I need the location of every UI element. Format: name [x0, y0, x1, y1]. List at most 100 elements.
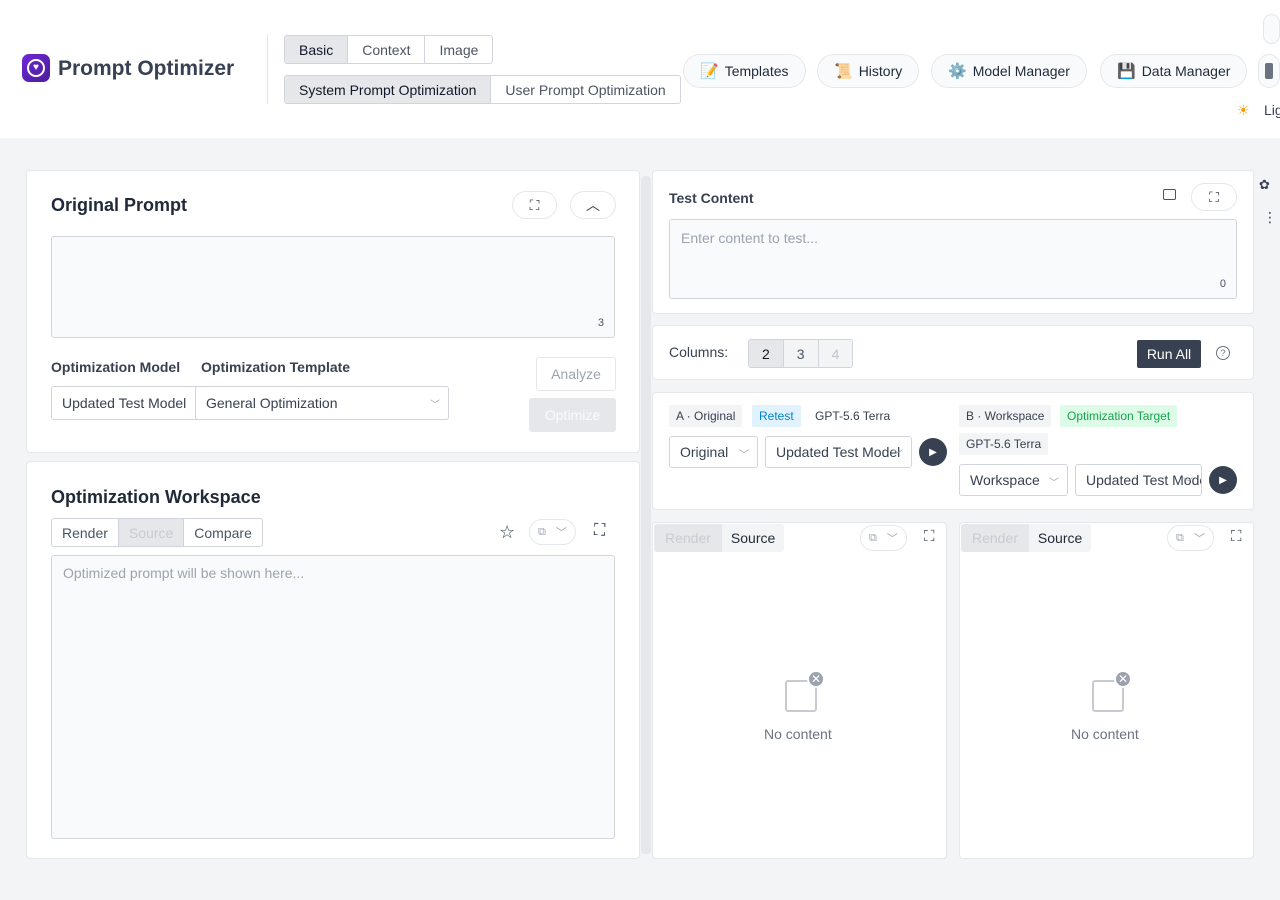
fullscreen-icon[interactable]: ⛶: [924, 528, 935, 545]
column-b-source-select[interactable]: Workspace ﹀: [959, 464, 1068, 496]
result-column-b: Render Source ⧉ ﹀ ⛶ ✕ No content: [959, 522, 1254, 859]
test-content-title: Test Content: [669, 190, 754, 206]
optimization-template-select[interactable]: General Optimization ﹀: [195, 386, 449, 420]
sun-icon: ☀: [1237, 102, 1250, 118]
char-count: 0: [1219, 278, 1226, 290]
optimization-target-badge: Optimization Target: [1060, 405, 1178, 427]
original-prompt-card: Original Prompt ⛶ ︿ 3 Optimization Model…: [26, 170, 640, 453]
model-manager-button[interactable]: ⚙️ Model Manager: [931, 54, 1087, 88]
column-b-model-select[interactable]: Updated Test Model ﹀: [1075, 464, 1202, 496]
column-a-model-tag: GPT-5.6 Terra: [808, 405, 898, 427]
no-content-icon: ✕: [785, 670, 825, 712]
columns-card: Columns: 2 3 4 Run All ?: [652, 325, 1254, 380]
tab-render[interactable]: Render: [654, 524, 722, 552]
chevron-down-icon: ﹀: [1049, 478, 1059, 489]
analyze-button[interactable]: Analyze: [536, 357, 616, 391]
gear-icon: ⚙️: [948, 63, 967, 80]
test-content-input[interactable]: Enter content to test... 0: [669, 219, 1237, 299]
history-button[interactable]: 📜 History: [817, 54, 920, 88]
model-config-card: A · Original Retest GPT-5.6 Terra Origin…: [652, 392, 1254, 510]
scroll-icon: 📜: [834, 63, 853, 80]
app-title: Prompt Optimizer: [58, 57, 235, 80]
columns-label: Columns:: [669, 344, 729, 360]
play-icon[interactable]: ▶: [1209, 466, 1237, 494]
chevron-down-icon: ﹀: [1183, 478, 1193, 489]
no-content-icon: ✕: [1092, 670, 1132, 712]
help-icon[interactable]: ?: [1216, 346, 1230, 360]
expand-icon[interactable]: ⛶: [1191, 183, 1237, 211]
floppy-disk-icon: 💾: [1117, 63, 1136, 80]
original-prompt-input[interactable]: 3: [51, 236, 615, 338]
optimization-model-select[interactable]: Updated Test Model: [51, 386, 201, 420]
fullscreen-icon[interactable]: ⛶: [1231, 528, 1242, 545]
star-icon[interactable]: ☆: [499, 522, 515, 543]
more-vertical-icon[interactable]: ⋮: [1263, 210, 1277, 224]
column-b-model-tag: GPT-5.6 Terra: [959, 433, 1049, 455]
workspace-card: Optimization Workspace Render Source Com…: [26, 461, 640, 859]
column-a-source-select[interactable]: Original ﹀: [669, 436, 758, 468]
copy-split-button[interactable]: ⧉ ﹀: [529, 519, 576, 545]
tab-render[interactable]: Render: [52, 519, 119, 546]
app-header: ♥ Prompt Optimizer Basic Context Image S…: [0, 0, 1280, 138]
chevron-down-icon: ﹀: [886, 533, 898, 545]
run-all-button[interactable]: Run All: [1137, 340, 1201, 368]
tab-source[interactable]: Source: [721, 524, 785, 552]
fullscreen-icon[interactable]: ⛶: [594, 522, 605, 540]
result-column-a: Render Source ⧉ ﹀ ⛶ ✕ No content: [652, 522, 947, 859]
tab-source[interactable]: Source: [1028, 524, 1092, 552]
column-b-tag: B · Workspace: [959, 405, 1052, 427]
chevron-down-icon: ﹀: [893, 450, 903, 461]
char-count: 3: [597, 317, 604, 329]
tab-system-prompt[interactable]: System Prompt Optimization: [285, 76, 492, 103]
data-manager-button[interactable]: 💾 Data Manager: [1100, 54, 1248, 88]
tab-render[interactable]: Render: [961, 524, 1029, 552]
no-content-text: No content: [1071, 726, 1139, 742]
optimization-model-label: Optimization Model: [51, 359, 181, 375]
column-a-model-select[interactable]: Updated Test Model ﹀: [765, 436, 912, 468]
image-icon[interactable]: [1163, 189, 1176, 200]
tab-user-prompt[interactable]: User Prompt Optimization: [491, 76, 679, 103]
language-button[interactable]: [1263, 14, 1280, 44]
columns-selector: 2 3 4: [748, 339, 854, 368]
tab-compare[interactable]: Compare: [184, 519, 262, 546]
column-a-tag: A · Original: [669, 405, 743, 427]
theme-toggle[interactable]: Lig: [1264, 102, 1280, 118]
columns-4[interactable]: 4: [818, 340, 853, 367]
lotus-icon[interactable]: ✿: [1259, 177, 1270, 193]
optimize-button[interactable]: Optimize: [529, 398, 616, 432]
copy-split-button[interactable]: ⧉ ﹀: [1167, 525, 1214, 551]
tab-image[interactable]: Image: [425, 36, 492, 63]
tab-basic[interactable]: Basic: [285, 36, 349, 63]
columns-2[interactable]: 2: [749, 340, 784, 367]
prompt-type-tabs: System Prompt Optimization User Prompt O…: [284, 75, 681, 104]
test-content-card: Test Content ⛶ Enter content to test... …: [652, 170, 1254, 314]
header-divider: [267, 34, 268, 104]
tab-source[interactable]: Source: [118, 519, 185, 546]
optimized-prompt-output[interactable]: Optimized prompt will be shown here...: [51, 555, 615, 839]
more-nav-button[interactable]: [1258, 54, 1280, 88]
copy-icon: ⧉: [1176, 531, 1184, 544]
column-a-view-tabs: Render Source: [654, 524, 785, 552]
retest-badge: Retest: [752, 405, 801, 427]
play-icon[interactable]: ▶: [919, 438, 947, 466]
column-b-view-tabs: Render Source: [961, 524, 1092, 552]
memo-icon: 📝: [700, 63, 719, 80]
expand-icon[interactable]: ⛶: [512, 191, 557, 219]
workspace-title: Optimization Workspace: [51, 487, 261, 507]
no-content-text: No content: [764, 726, 832, 742]
original-prompt-title: Original Prompt: [51, 195, 188, 215]
chevron-up-icon[interactable]: ︿: [570, 191, 616, 219]
workspace-view-tabs: Render Source Compare: [51, 518, 263, 547]
mode-tabs: Basic Context Image: [284, 35, 494, 64]
chevron-down-icon: ﹀: [1193, 533, 1205, 545]
chevron-down-icon: ﹀: [555, 527, 567, 539]
chevron-down-icon: ﹀: [430, 400, 440, 411]
templates-button[interactable]: 📝 Templates: [683, 54, 806, 88]
chevron-down-icon: ﹀: [739, 450, 749, 461]
panel-splitter[interactable]: [641, 176, 651, 854]
copy-split-button[interactable]: ⧉ ﹀: [860, 525, 907, 551]
copy-icon: ⧉: [869, 531, 877, 544]
book-icon: [1265, 63, 1273, 79]
tab-context[interactable]: Context: [348, 36, 426, 63]
columns-3[interactable]: 3: [783, 340, 819, 367]
